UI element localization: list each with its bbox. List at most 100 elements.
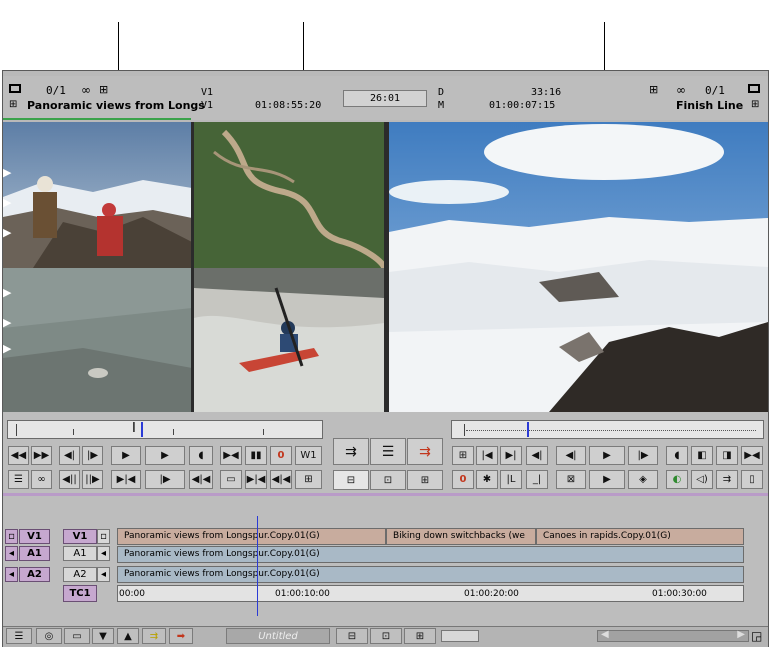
- record-effect-button[interactable]: ◈: [628, 470, 658, 489]
- source-track-a2[interactable]: A2: [19, 567, 50, 582]
- clip-icon[interactable]: ⊞: [99, 83, 108, 96]
- source-tick: [263, 429, 264, 435]
- source-clip-name[interactable]: Panoramic views from Longs: [27, 99, 205, 112]
- source-list-button[interactable]: ☰: [8, 470, 29, 489]
- single-view-toggle[interactable]: ⊡: [370, 628, 402, 644]
- yellow-arrow-icon[interactable]: ⇉: [142, 628, 166, 644]
- record-position-bar[interactable]: [451, 420, 764, 439]
- record-zero-button[interactable]: 0: [452, 470, 474, 489]
- sequence-title-field[interactable]: Untitled: [226, 628, 330, 644]
- record-step-back-button[interactable]: ◀|: [526, 446, 548, 465]
- v1-clip-biking[interactable]: Biking down switchbacks (we: [386, 528, 536, 545]
- source-go-out-button[interactable]: ◀|◀: [189, 470, 213, 489]
- tc-track[interactable]: TC1: [63, 585, 97, 602]
- record-audio-button[interactable]: ◁): [691, 470, 713, 489]
- v1-clip-canoes[interactable]: Canoes in rapids.Copy.01(G): [536, 528, 744, 545]
- source-w1-button[interactable]: W1: [295, 446, 322, 465]
- record-play-2-button[interactable]: ▶: [589, 470, 625, 489]
- source-link-button[interactable]: ∞: [31, 470, 52, 489]
- resize-corner-icon[interactable]: ◲: [751, 629, 762, 643]
- timeline-playhead[interactable]: [257, 516, 258, 616]
- source-zero-button[interactable]: 0: [270, 446, 292, 465]
- scroll-left-icon[interactable]: ◀: [601, 629, 609, 640]
- a1-clip-panoramic[interactable]: Panoramic views from Longspur.Copy.01(G): [117, 546, 744, 563]
- record-step-back-2-button[interactable]: ◀|: [556, 446, 586, 465]
- source-mark-in-button[interactable]: ▶: [111, 446, 141, 465]
- overwrite-button[interactable]: ⇉: [333, 438, 369, 465]
- single-monitor-button[interactable]: ⊡: [370, 470, 406, 490]
- source-position-bar[interactable]: I: [7, 420, 323, 439]
- a2-sync-toggle[interactable]: ◂: [97, 567, 110, 582]
- source-position-indicator[interactable]: [141, 422, 143, 437]
- source-go-in-button[interactable]: |▶: [145, 470, 185, 489]
- source-step-back-button[interactable]: ◀|: [59, 446, 80, 465]
- record-link-icon[interactable]: ∞: [676, 83, 686, 97]
- target-icon[interactable]: ◎: [36, 628, 62, 644]
- triangle-up-icon[interactable]: ▲: [117, 628, 139, 644]
- source-record-toggle[interactable]: ⊟: [336, 628, 368, 644]
- record-play-button[interactable]: ▶: [589, 446, 625, 465]
- a2-clip-panoramic[interactable]: Panoramic views from Longspur.Copy.01(G): [117, 566, 744, 583]
- v1-lock-toggle[interactable]: ▫: [97, 529, 110, 544]
- record-out-button[interactable]: _|: [526, 470, 548, 489]
- menu-button[interactable]: ☰: [370, 438, 406, 465]
- v1-monitor-toggle[interactable]: ▫: [5, 529, 18, 544]
- record-track-v1[interactable]: V1: [63, 529, 97, 544]
- red-arrow-icon[interactable]: ➡: [169, 628, 193, 644]
- triangle-down-icon[interactable]: ▼: [92, 628, 114, 644]
- record-match-frame-button[interactable]: ✱: [476, 470, 498, 489]
- scroll-right-icon[interactable]: ▶: [737, 629, 745, 640]
- link-icon[interactable]: ∞: [81, 83, 91, 97]
- record-position-indicator[interactable]: [527, 422, 529, 437]
- source-menu-icon[interactable]: [9, 84, 21, 93]
- source-track-v1[interactable]: V1: [19, 529, 50, 544]
- record-mark-in-button[interactable]: ◖: [666, 446, 688, 465]
- record-sequence-name[interactable]: Finish Line: [676, 99, 743, 112]
- record-film-button[interactable]: ⊠: [556, 470, 586, 489]
- source-prev-edit-button[interactable]: ◀||: [59, 470, 80, 489]
- source-fast-forward-button[interactable]: ▶▶: [31, 446, 52, 465]
- v1-clip-panoramic[interactable]: Panoramic views from Longspur.Copy.01(G): [117, 528, 386, 545]
- record-grid-button[interactable]: ⊞: [452, 446, 474, 465]
- a2-speaker-toggle[interactable]: ◂: [5, 567, 18, 582]
- record-mark-clip-button[interactable]: ▶◀: [741, 446, 763, 465]
- source-track-a1[interactable]: A1: [19, 546, 50, 561]
- timeline-settings-button[interactable]: ⊞: [404, 628, 436, 644]
- record-track-a2[interactable]: A2: [63, 567, 97, 582]
- source-rewind-button[interactable]: ◀◀: [8, 446, 29, 465]
- record-go-start-button[interactable]: |◀: [476, 446, 498, 465]
- track-marker-4: ▶: [3, 286, 12, 299]
- source-play-button[interactable]: ▶: [145, 446, 185, 465]
- source-trim-button[interactable]: ▶|◀: [111, 470, 141, 489]
- splice-in-button[interactable]: ⇉: [407, 438, 443, 465]
- a1-speaker-toggle[interactable]: ◂: [5, 546, 18, 561]
- monitor-icon[interactable]: ▭: [64, 628, 90, 644]
- timeline-menu-button[interactable]: ☰: [6, 628, 32, 644]
- timeline-zoom-slider[interactable]: [441, 630, 479, 642]
- source-clear-marks-button[interactable]: ▮▮: [245, 446, 267, 465]
- source-step-forward-button[interactable]: |▶: [82, 446, 103, 465]
- timeline-scrollbar[interactable]: ◀ ▶: [597, 629, 749, 642]
- record-clear-in-button[interactable]: ◨: [716, 446, 738, 465]
- a1-sync-toggle[interactable]: ◂: [97, 546, 110, 561]
- source-lift-button[interactable]: ▶|◀: [245, 470, 267, 489]
- record-step-forward-button[interactable]: |▶: [628, 446, 658, 465]
- source-next-edit-button[interactable]: ||▶: [82, 470, 103, 489]
- record-mark-out-button[interactable]: ◧: [691, 446, 713, 465]
- record-menu-icon[interactable]: [748, 84, 760, 93]
- source-record-mode-button[interactable]: ⊟: [333, 470, 369, 490]
- record-in-button[interactable]: |L: [500, 470, 522, 489]
- source-mark-clip-button[interactable]: ▶◀: [220, 446, 242, 465]
- settings-button[interactable]: ⊞: [407, 470, 443, 490]
- record-clip-icon[interactable]: ⊞: [649, 83, 658, 96]
- record-color-button[interactable]: ◐: [666, 470, 688, 489]
- source-splice-button[interactable]: ▭: [220, 470, 242, 489]
- record-go-end-button[interactable]: ▶|: [500, 446, 522, 465]
- record-layout-button[interactable]: ▯: [741, 470, 763, 489]
- record-render-button[interactable]: ⇉: [716, 470, 738, 489]
- record-track-a1[interactable]: A1: [63, 546, 97, 561]
- source-grid-button[interactable]: ⊞: [295, 470, 322, 489]
- record-label-bottom: M: [438, 100, 445, 111]
- source-mark-out-button[interactable]: ◖: [189, 446, 213, 465]
- source-extract-button[interactable]: ◀|◀: [270, 470, 292, 489]
